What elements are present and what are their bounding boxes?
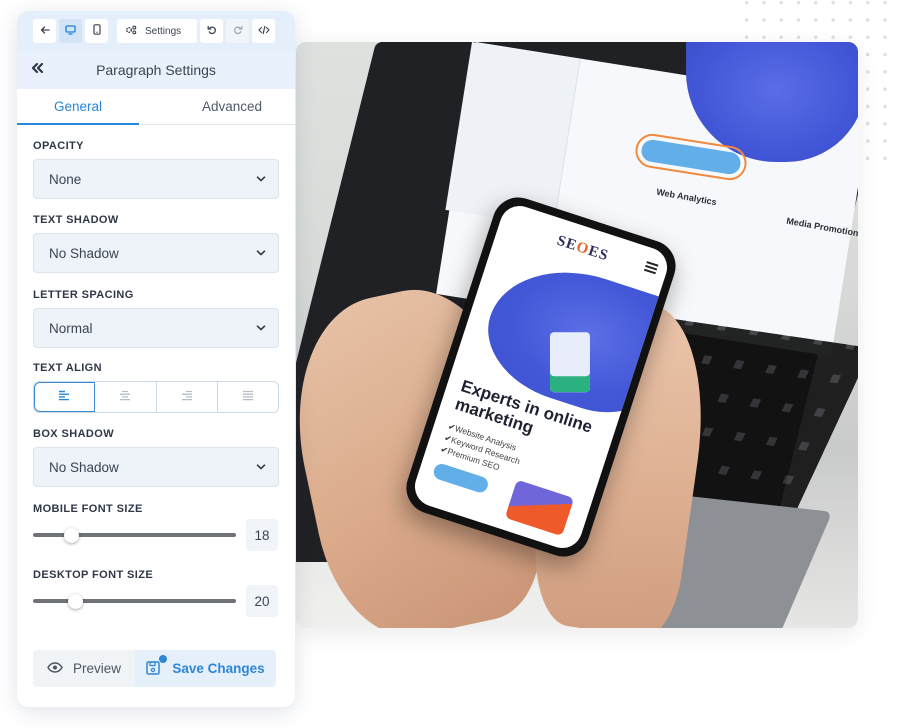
chevron-down-icon: [256, 174, 266, 184]
letter-spacing-value: Normal: [49, 320, 93, 336]
panel-header: Paragraph Settings: [17, 51, 295, 89]
phone-blocks-illustration: [504, 479, 575, 537]
align-justify-icon: [242, 388, 254, 406]
letter-spacing-label: Letter Spacing: [33, 289, 134, 301]
unsaved-indicator-dot: [159, 654, 168, 663]
mobile-font-size-slider[interactable]: [33, 527, 236, 543]
phone-illustration-card: [549, 332, 590, 393]
mobile-icon: [92, 24, 101, 38]
box-shadow-label: Box Shadow: [33, 428, 114, 440]
text-shadow-value: No Shadow: [49, 245, 119, 261]
tab-advanced[interactable]: Advanced: [139, 89, 295, 124]
mobile-font-size-control: 18: [33, 519, 279, 551]
code-view-button[interactable]: [252, 19, 275, 43]
text-shadow-select[interactable]: No Shadow: [33, 233, 279, 273]
desktop-font-size-slider-thumb[interactable]: [68, 593, 84, 609]
mobile-font-size-label: Mobile Font Size: [33, 503, 143, 515]
align-justify-button[interactable]: [217, 382, 278, 412]
editor-toolbar: Settings: [17, 11, 295, 51]
eye-icon: [47, 661, 63, 676]
text-align-label: Text Align: [33, 362, 102, 374]
tab-general[interactable]: General: [17, 89, 139, 125]
mobile-view-button[interactable]: [85, 19, 108, 43]
preview-label: Preview: [72, 661, 121, 676]
desktop-icon: [65, 24, 76, 38]
box-shadow-select[interactable]: No Shadow: [33, 447, 279, 487]
text-align-group: [33, 381, 279, 413]
settings-label: Settings: [145, 25, 182, 37]
align-center-icon: [119, 388, 131, 406]
save-changes-button[interactable]: Save Changes: [135, 650, 276, 687]
settings-button[interactable]: Settings: [117, 19, 197, 43]
arrow-left-icon: [40, 25, 50, 38]
chevron-down-icon: [256, 462, 266, 472]
back-button[interactable]: [33, 19, 56, 43]
redo-button[interactable]: [226, 19, 249, 43]
desktop-font-size-slider[interactable]: [33, 593, 236, 609]
gears-icon: [125, 25, 137, 38]
align-right-button[interactable]: [156, 382, 218, 412]
hero-photo: Web Analytics Media Promotion SEOES Expe…: [296, 42, 858, 628]
desktop-font-size-control: 20: [33, 585, 279, 617]
desktop-font-size-input[interactable]: 20: [246, 585, 278, 617]
text-shadow-label: Text Shadow: [33, 214, 119, 226]
preview-button[interactable]: Preview: [33, 650, 135, 687]
paragraph-settings-panel: Settings Paragraph Settings General Adva…: [17, 11, 295, 707]
settings-tabs: General Advanced: [17, 89, 295, 125]
desktop-view-button[interactable]: [59, 19, 82, 43]
double-chevron-left-icon: [30, 61, 44, 79]
redo-icon: [233, 25, 243, 38]
desktop-font-size-label: Desktop Font Size: [33, 569, 154, 581]
settings-content: Opacity None Text Shadow No Shadow Lette…: [17, 140, 295, 617]
opacity-label: Opacity: [33, 140, 84, 152]
chevron-down-icon: [256, 323, 266, 333]
undo-icon: [207, 25, 217, 38]
save-changes-label: Save Changes: [172, 661, 265, 676]
opacity-value: None: [49, 171, 82, 187]
mobile-font-size-input[interactable]: 18: [246, 519, 278, 551]
align-left-button[interactable]: [34, 382, 96, 412]
box-shadow-value: No Shadow: [49, 459, 119, 475]
collapse-panel-button[interactable]: [27, 60, 47, 80]
mobile-font-size-slider-thumb[interactable]: [64, 527, 80, 543]
save-icon: [146, 654, 168, 677]
undo-button[interactable]: [200, 19, 223, 43]
letter-spacing-select[interactable]: Normal: [33, 308, 279, 348]
align-center-button[interactable]: [95, 382, 157, 412]
code-icon: [257, 25, 270, 38]
panel-footer: Preview Save Changes: [33, 650, 276, 687]
chevron-down-icon: [256, 248, 266, 258]
align-left-icon: [58, 388, 70, 406]
panel-title: Paragraph Settings: [96, 62, 216, 78]
align-right-icon: [181, 388, 193, 406]
opacity-select[interactable]: None: [33, 159, 279, 199]
